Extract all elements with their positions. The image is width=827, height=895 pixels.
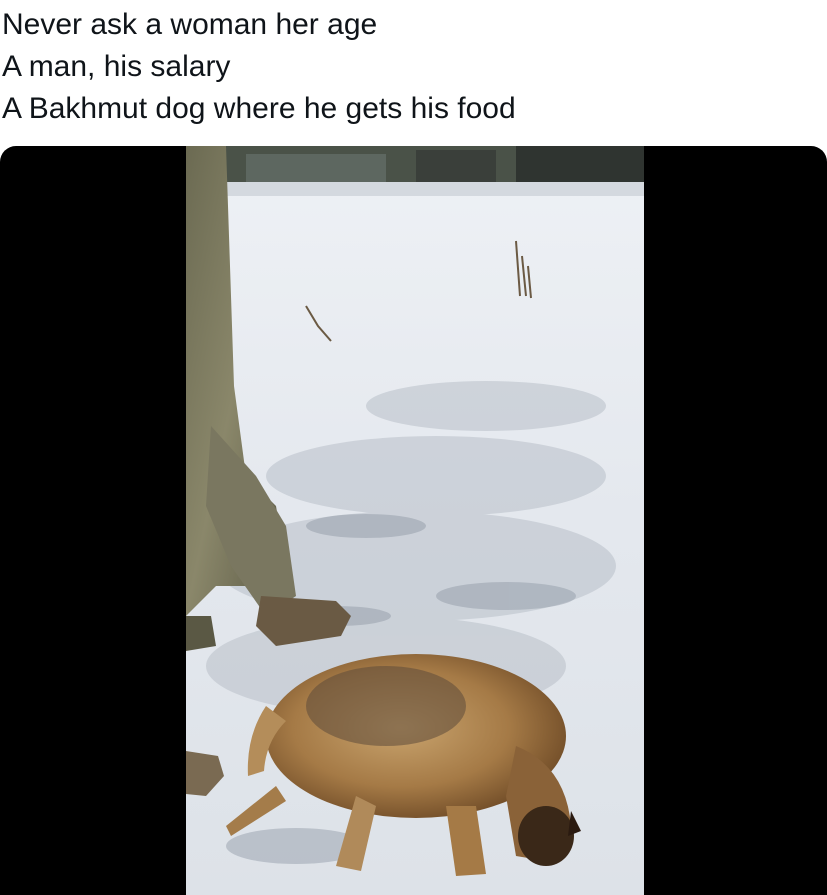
media-container[interactable] [0,146,827,895]
post-caption: Never ask a woman her age A man, his sal… [2,4,822,130]
caption-line-3: A Bakhmut dog where he gets his food [2,92,516,125]
caption-line-2: A man, his salary [2,50,231,83]
video-still-image[interactable] [186,146,644,895]
caption-line-1: Never ask a woman her age [2,8,378,41]
